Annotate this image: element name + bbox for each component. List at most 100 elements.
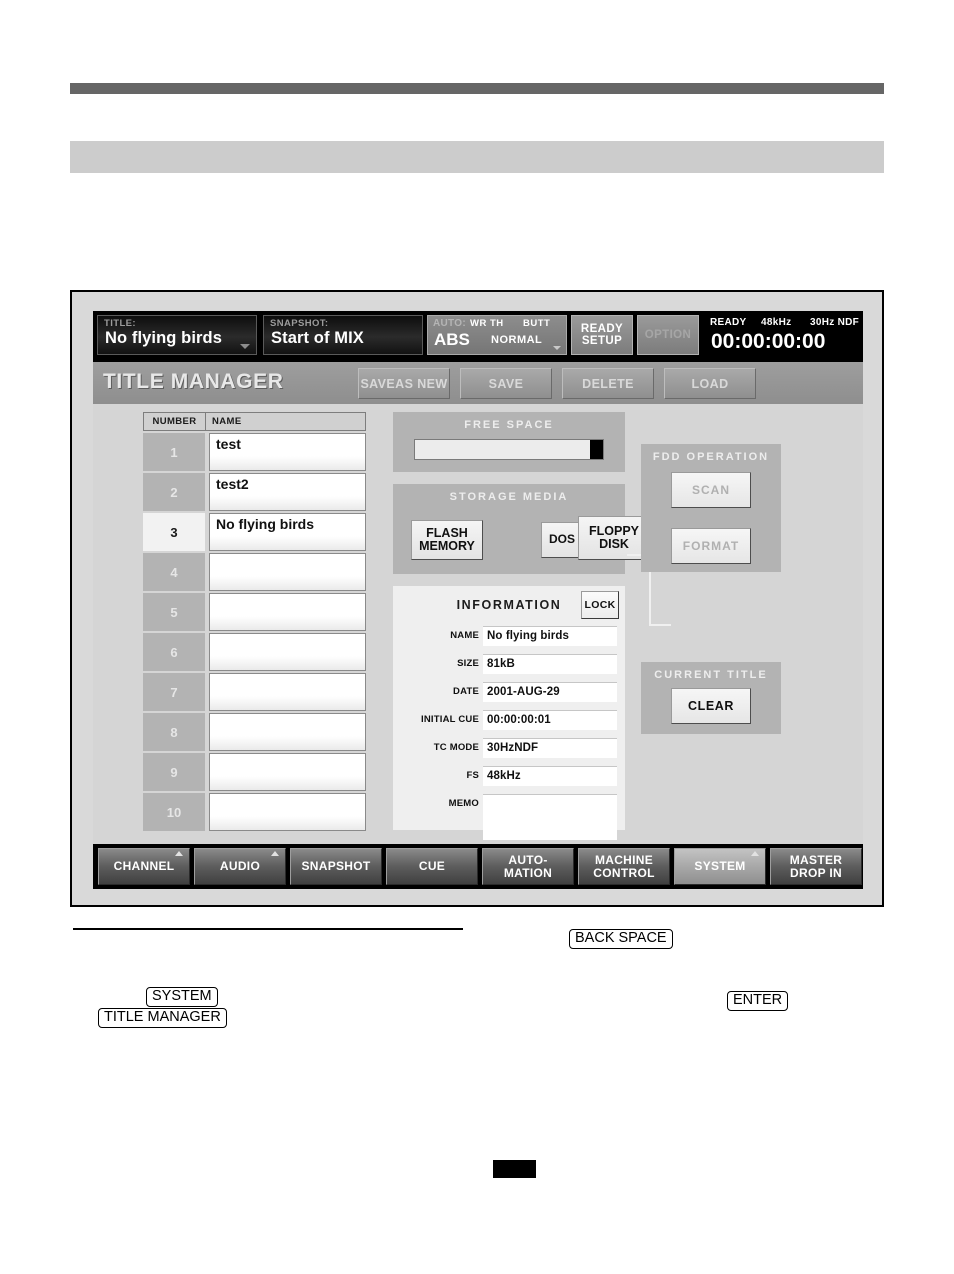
connector-line-horizontal-bottom xyxy=(649,624,671,626)
option-button[interactable]: OPTION xyxy=(637,315,699,355)
tab-label-line1: MACHINE xyxy=(594,852,654,867)
save-button[interactable]: SAVE xyxy=(460,368,552,399)
snapshot-field[interactable]: SNAPSHOT: Start of MIX xyxy=(263,315,423,355)
format-button-label: FORMAT xyxy=(682,539,740,553)
title-row-name[interactable] xyxy=(209,673,366,711)
delete-button[interactable]: DELETE xyxy=(562,368,654,399)
flash-memory-line1: FLASH xyxy=(426,525,468,540)
current-title-panel: CURRENT TITLE CLEAR xyxy=(641,662,781,734)
information-row: TC MODE 30HzNDF xyxy=(393,738,625,760)
ready-setup-button[interactable]: READY SETUP xyxy=(571,315,633,355)
free-space-bar xyxy=(414,439,604,460)
title-list-row[interactable]: 8 xyxy=(143,713,366,751)
tab-channel[interactable]: CHANNEL xyxy=(98,848,190,885)
flash-memory-button[interactable]: FLASH MEMORY xyxy=(411,520,483,560)
screen-header: TITLE MANAGER SAVE AS NEW SAVE DELETE LO… xyxy=(93,362,863,404)
page-top-rule xyxy=(70,83,884,94)
title-row-name[interactable] xyxy=(209,713,366,751)
floppy-disk-line2: DISK xyxy=(599,537,629,551)
timecode-display: READY 48kHz 30Hz NDF 00:00:00:00 xyxy=(705,313,860,357)
format-button[interactable]: FORMAT xyxy=(671,528,751,564)
title-row-name[interactable] xyxy=(209,553,366,591)
title-row-name[interactable] xyxy=(209,753,366,791)
title-list-row[interactable]: 10 xyxy=(143,793,366,831)
information-value[interactable]: 81kB xyxy=(483,654,617,674)
snapshot-field-value: Start of MIX xyxy=(271,329,364,347)
title-row-name[interactable]: test2 xyxy=(209,473,366,511)
information-value[interactable]: 00:00:00:01 xyxy=(483,710,617,730)
information-value[interactable]: No flying birds xyxy=(483,626,617,646)
title-list-row[interactable]: 9 xyxy=(143,753,366,791)
title-list-row[interactable]: 6 xyxy=(143,633,366,671)
information-value[interactable]: 30HzNDF xyxy=(483,738,617,758)
lock-button[interactable]: LOCK xyxy=(581,591,619,619)
information-row: DATE 2001-AUG-29 xyxy=(393,682,625,704)
keycap-back-space: BACK SPACE xyxy=(569,929,673,949)
title-list-row[interactable]: 7 xyxy=(143,673,366,711)
dos-button-label: DOS xyxy=(548,532,575,547)
snapshot-field-label: SNAPSHOT: xyxy=(270,318,329,329)
auto-mode-field[interactable]: AUTO: WR TH BUTT ABS NORMAL xyxy=(427,315,567,355)
information-label: INITIAL CUE xyxy=(421,714,479,725)
page-number-marker xyxy=(493,1160,536,1178)
auto-butt: BUTT xyxy=(523,318,551,329)
tab-auto[interactable]: AUTO- MATION xyxy=(482,848,574,885)
dos-button[interactable]: DOS xyxy=(541,522,583,558)
title-row-number: 3 xyxy=(143,513,205,551)
ready-setup-line2: SETUP xyxy=(581,335,623,347)
clear-button[interactable]: CLEAR xyxy=(671,688,751,724)
title-row-name[interactable] xyxy=(209,593,366,631)
save-as-new-line1: SAVE xyxy=(360,376,396,391)
free-space-title: FREE SPACE xyxy=(464,419,554,431)
information-value[interactable]: 48kHz xyxy=(483,766,617,786)
title-list-rows: 1 test 2 test2 3 No flying birds 4 5 6 7 8 9 10 xyxy=(143,433,366,831)
ready-setup-line1: READY xyxy=(580,322,624,335)
tab-audio[interactable]: AUDIO xyxy=(194,848,286,885)
load-button[interactable]: LOAD xyxy=(664,368,756,399)
timecode-status: READY xyxy=(710,317,747,328)
save-button-label: SAVE xyxy=(488,376,524,391)
information-row: FS 48kHz xyxy=(393,766,625,788)
tab-cue[interactable]: CUE xyxy=(386,848,478,885)
tab-label-line1: SYSTEM xyxy=(694,859,746,873)
title-list-row[interactable]: 1 test xyxy=(143,433,366,471)
save-as-new-button[interactable]: SAVE AS NEW xyxy=(358,368,450,399)
device-screenshot-figure: TITLE: No flying birds SNAPSHOT: Start o… xyxy=(70,290,884,907)
information-value[interactable] xyxy=(483,794,617,840)
information-label: SIZE xyxy=(457,658,479,669)
flash-memory-line2: MEMORY xyxy=(419,539,475,553)
timecode-value: 00:00:00:00 xyxy=(711,330,826,353)
current-title-title: CURRENT TITLE xyxy=(654,669,768,681)
information-label: TC MODE xyxy=(433,742,479,753)
information-value[interactable]: 2001-AUG-29 xyxy=(483,682,617,702)
screen-body: NUMBER NAME 1 test 2 test2 3 No flying birds 4… xyxy=(93,404,863,844)
tab-master[interactable]: MASTER DROP IN xyxy=(770,848,862,885)
tab-machine[interactable]: MACHINE CONTROL xyxy=(578,848,670,885)
tab-snapshot[interactable]: SNAPSHOT xyxy=(290,848,382,885)
title-list-row[interactable]: 4 xyxy=(143,553,366,591)
tab-label-line2: CONTROL xyxy=(593,865,655,880)
title-row-name[interactable] xyxy=(209,633,366,671)
tab-label-line2: MATION xyxy=(503,865,553,880)
title-field[interactable]: TITLE: No flying birds xyxy=(97,315,257,355)
device-screen: TITLE: No flying birds SNAPSHOT: Start o… xyxy=(93,311,863,889)
scan-button[interactable]: SCAN xyxy=(671,472,751,508)
title-row-number: 4 xyxy=(143,553,205,591)
information-label: NAME xyxy=(450,630,479,641)
information-label: MEMO xyxy=(448,798,479,809)
auto-submode-value: NORMAL xyxy=(491,334,543,346)
title-row-name[interactable] xyxy=(209,793,366,831)
tab-system[interactable]: SYSTEM xyxy=(674,848,766,885)
column-header-name: NAME xyxy=(212,416,242,427)
title-list-row[interactable]: 3 No flying birds xyxy=(143,513,366,551)
title-list-row[interactable]: 2 test2 xyxy=(143,473,366,511)
fdd-operation-panel: FDD OPERATION SCAN FORMAT xyxy=(641,444,781,572)
title-row-number: 5 xyxy=(143,593,205,631)
tab-label-line1: AUTO- xyxy=(508,852,548,867)
timecode-sample-rate: 48kHz xyxy=(761,317,792,328)
title-list-row[interactable]: 5 xyxy=(143,593,366,631)
title-row-name[interactable]: No flying birds xyxy=(209,513,366,551)
keycap-system: SYSTEM xyxy=(146,987,218,1007)
title-row-name[interactable]: test xyxy=(209,433,366,471)
column-header-number: NUMBER xyxy=(144,413,206,430)
